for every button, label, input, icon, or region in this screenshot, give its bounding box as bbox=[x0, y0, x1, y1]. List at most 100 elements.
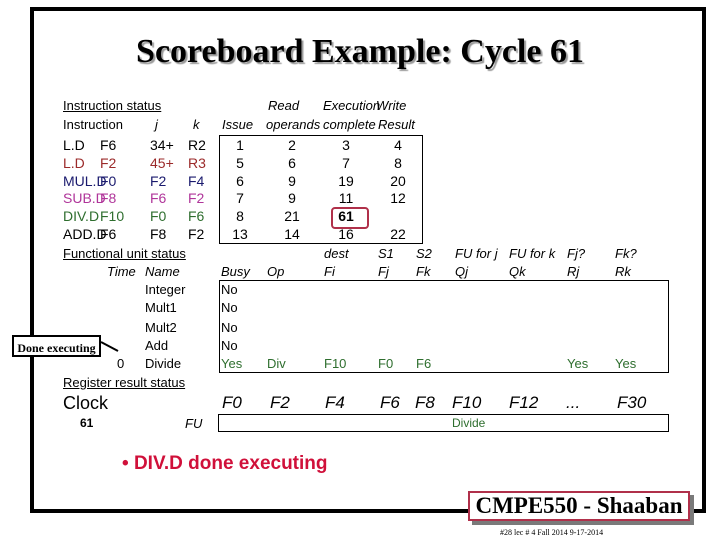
col-fk-top: S2 bbox=[416, 246, 432, 261]
fu-rj-cell: Yes bbox=[567, 356, 589, 371]
col-read-top: Read bbox=[268, 98, 300, 113]
col-qj: Qj bbox=[455, 264, 468, 279]
fu-rk-cell: Yes bbox=[615, 356, 637, 371]
col-rk: Rk bbox=[615, 264, 631, 279]
instr-j-cell: F2 bbox=[150, 172, 167, 189]
bullet-note: • DIV.D done executing bbox=[122, 453, 328, 475]
fu-time-cell: 0 bbox=[117, 356, 125, 371]
register-value: Divide bbox=[452, 416, 486, 430]
fu-name-cell: Add bbox=[145, 338, 169, 353]
col-write-bottom: Result bbox=[378, 117, 415, 132]
instr-dest-cell: F0 bbox=[100, 172, 117, 189]
instr-issue-cell: 13 bbox=[232, 226, 248, 242]
col-rj-top: Fj? bbox=[567, 246, 586, 261]
instr-exec-cell: 11 bbox=[338, 190, 354, 207]
register-header: F2 bbox=[270, 393, 290, 412]
instr-issue-cell: 7 bbox=[236, 190, 244, 207]
register-header: F4 bbox=[325, 393, 345, 412]
col-qj-top: FU for j bbox=[455, 246, 498, 261]
instr-read-cell: 14 bbox=[284, 226, 300, 242]
fu-name-cell: Mult1 bbox=[145, 300, 177, 315]
fu-name-cell: Divide bbox=[145, 356, 182, 371]
instr-dest-cell: F6 bbox=[100, 137, 117, 153]
col-fj: Fj bbox=[378, 264, 389, 279]
highlight-box bbox=[331, 207, 369, 229]
instr-issue-cell: 1 bbox=[236, 137, 244, 153]
instr-op-cell: L.D bbox=[63, 154, 85, 171]
instr-j-cell: F8 bbox=[150, 226, 167, 242]
course-footer: CMPE550 - Shaaban bbox=[468, 491, 690, 521]
register-header: F0 bbox=[222, 393, 242, 412]
register-header: F8 bbox=[415, 393, 435, 412]
fu-status-heading: Functional unit status bbox=[63, 246, 186, 261]
instr-k-cell: F6 bbox=[188, 208, 205, 225]
instr-write-cell: 4 bbox=[394, 137, 402, 153]
instr-k-cell: F2 bbox=[188, 190, 205, 207]
instr-op-cell: L.D bbox=[63, 137, 85, 153]
fu-label: FU bbox=[185, 416, 203, 431]
fu-busy-cell: No bbox=[221, 300, 238, 315]
instr-read-cell: 9 bbox=[288, 172, 296, 189]
bullet-icon: • bbox=[122, 453, 134, 474]
clock-value: 61 bbox=[80, 416, 94, 430]
instr-j-cell: F0 bbox=[150, 208, 167, 225]
instr-j-cell: 34+ bbox=[150, 137, 174, 153]
col-fi-top: dest bbox=[324, 246, 349, 261]
instr-exec-cell: 7 bbox=[342, 154, 350, 171]
col-fi: Fi bbox=[324, 264, 335, 279]
instr-exec-cell: 3 bbox=[342, 137, 350, 153]
instr-k-cell: F4 bbox=[188, 172, 205, 189]
register-status-heading: Register result status bbox=[63, 375, 186, 390]
instr-issue-cell: 8 bbox=[236, 208, 244, 225]
instr-write-cell: 8 bbox=[394, 154, 402, 171]
instr-write-cell: 22 bbox=[390, 226, 406, 242]
col-time: Time bbox=[107, 264, 136, 279]
instr-k-cell: R3 bbox=[188, 154, 206, 171]
footer-subtitle: #28 lec # 4 Fall 2014 9-17-2014 bbox=[500, 528, 604, 537]
col-rk-top: Fk? bbox=[615, 246, 637, 261]
instruction-status-heading: Instruction status bbox=[63, 98, 162, 113]
col-read-bottom: operands bbox=[266, 117, 321, 132]
col-name: Name bbox=[145, 264, 180, 279]
col-op: Op bbox=[267, 264, 285, 279]
col-issue: Issue bbox=[222, 117, 254, 132]
instr-write-cell: 20 bbox=[390, 172, 406, 189]
instr-read-cell: 9 bbox=[288, 190, 296, 207]
fu-fj-cell: F0 bbox=[378, 356, 394, 371]
col-exec-top: Execution bbox=[323, 98, 381, 113]
instr-issue-cell: 6 bbox=[236, 172, 244, 189]
col-rj: Rj bbox=[567, 264, 580, 279]
bullet-text: DIV.D done executing bbox=[133, 453, 328, 474]
instr-dest-cell: F2 bbox=[100, 154, 117, 171]
col-k: k bbox=[193, 117, 200, 132]
instr-issue-cell: 5 bbox=[236, 154, 244, 171]
instr-k-cell: R2 bbox=[188, 137, 206, 153]
instr-dest-cell: F8 bbox=[100, 190, 117, 207]
fu-op-cell: Div bbox=[267, 356, 286, 371]
instr-write-cell: 12 bbox=[390, 190, 406, 207]
col-exec-bottom: complete bbox=[323, 117, 376, 132]
col-fj-top: S1 bbox=[378, 246, 394, 261]
clock-label: Clock bbox=[63, 393, 109, 413]
instr-read-cell: 2 bbox=[288, 137, 296, 153]
register-header: F30 bbox=[617, 393, 647, 412]
instr-exec-cell: 19 bbox=[338, 172, 354, 189]
register-header: F10 bbox=[452, 393, 482, 412]
instr-read-cell: 6 bbox=[288, 154, 296, 171]
fu-busy-cell: No bbox=[221, 282, 238, 297]
col-write-top: Write bbox=[376, 98, 407, 113]
col-j: j bbox=[155, 117, 158, 132]
col-instruction: Instruction bbox=[63, 117, 123, 132]
col-qk-top: FU for k bbox=[509, 246, 556, 261]
instr-op-cell: DIV.D bbox=[63, 208, 100, 225]
instr-dest-cell: F10 bbox=[100, 208, 125, 225]
instr-dest-cell: F6 bbox=[100, 226, 117, 242]
instr-read-cell: 21 bbox=[284, 208, 300, 225]
col-busy: Busy bbox=[221, 264, 250, 279]
done-executing-callout: Done executing bbox=[12, 335, 101, 357]
register-header: ... bbox=[566, 393, 581, 412]
fu-name-cell: Integer bbox=[145, 282, 186, 297]
register-header: F12 bbox=[509, 393, 539, 412]
fu-fi-cell: F10 bbox=[324, 356, 347, 371]
instr-j-cell: 45+ bbox=[150, 154, 174, 171]
